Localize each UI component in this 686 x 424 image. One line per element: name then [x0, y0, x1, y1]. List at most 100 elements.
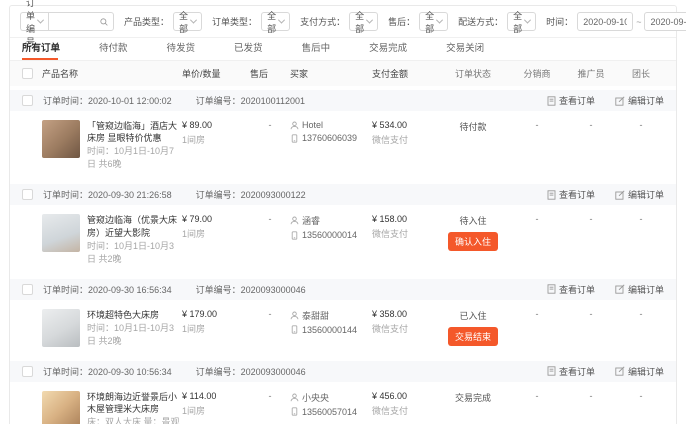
product-title[interactable]: 管窥边临海（优景大床房）近望大影院	[87, 214, 182, 238]
product-title[interactable]: 环境超特色大床房	[87, 309, 182, 321]
edit-order-button[interactable]: 编辑订单	[615, 94, 664, 107]
view-order-button[interactable]: 查看订单	[547, 94, 595, 107]
edit-order-button[interactable]: 编辑订单	[615, 365, 664, 378]
date-start-input[interactable]	[577, 12, 633, 31]
search-input[interactable]	[54, 17, 100, 27]
order-checkbox[interactable]	[22, 95, 33, 106]
promoter-value: -	[564, 212, 618, 224]
order-row: 管窥边临海（优景大床房）近望大影院 时间：10月1日-10月3日 共2晚 ¥ 7…	[10, 205, 676, 274]
order-type-select[interactable]: 全部	[261, 12, 290, 31]
leader-value: -	[618, 118, 664, 130]
unit-price: ¥ 89.00	[182, 120, 250, 130]
tab-shipped[interactable]: 已发货	[234, 40, 263, 60]
order-time-label: 订单时间：	[43, 190, 88, 200]
aftersale-value: 全部	[425, 9, 434, 35]
pay-amount: ¥ 158.00	[372, 214, 436, 224]
order-meta-row: 订单时间：2020-09-30 21:26:58 订单编号：2020093000…	[10, 184, 676, 205]
order-field-select[interactable]: 订单编号	[20, 12, 48, 31]
confirm-checkin-button[interactable]: 确认入住	[448, 232, 498, 251]
chevron-down-icon	[190, 17, 197, 24]
table-header: 产品名称 单价/数量 售后 买家 支付金额 订单状态 分销商 推广员 团长	[10, 61, 676, 86]
filter-bar: 订单编号 产品类型： 全部 订单类型： 全部 支付方式： 全部 售后： 全部 配…	[10, 6, 676, 38]
buyer-name: Hotel	[302, 120, 323, 130]
order-no-label: 订单编号：	[196, 367, 241, 377]
product-image[interactable]	[42, 309, 80, 347]
select-all-checkbox[interactable]	[22, 68, 33, 79]
buyer-phone: 13560000014	[302, 230, 357, 240]
col-product: 产品名称	[42, 67, 182, 80]
end-transaction-button[interactable]: 交易结束	[448, 327, 498, 346]
order-row: 环境朗海边近誉景后小木屋管理米大床房 床：双人大床 量：景观 时间：10月1日-…	[10, 382, 676, 424]
chevron-down-icon	[37, 17, 44, 24]
search-icon[interactable]	[100, 17, 108, 27]
tab-closed[interactable]: 交易关闭	[446, 40, 484, 60]
status-text: 交易完成	[436, 391, 510, 404]
tab-aftersale[interactable]: 售后中	[302, 40, 331, 60]
buyer-name: 泰甜甜	[302, 309, 329, 322]
leader-value: -	[618, 389, 664, 401]
edit-order-button[interactable]: 编辑订单	[615, 188, 664, 201]
tab-all-orders[interactable]: 所有订单	[22, 40, 60, 60]
view-order-label: 查看订单	[559, 365, 595, 378]
date-end-input[interactable]	[644, 12, 686, 31]
delivery-select[interactable]: 全部	[507, 12, 536, 31]
delivery-label: 配送方式：	[458, 15, 503, 28]
tab-completed[interactable]: 交易完成	[369, 40, 407, 60]
document-icon	[547, 190, 556, 200]
tab-pending-payment[interactable]: 待付款	[99, 40, 128, 60]
product-time: 时间：10月1日-10月3日 共2晚	[87, 322, 182, 348]
edit-order-label: 编辑订单	[628, 365, 664, 378]
pay-method: 微信支付	[372, 227, 436, 240]
person-icon	[290, 393, 299, 402]
tab-pending-shipment[interactable]: 待发货	[167, 40, 196, 60]
aftersale-label: 售后：	[388, 15, 415, 28]
product-type-select[interactable]: 全部	[173, 12, 202, 31]
order-time: 2020-09-30 16:56:34	[88, 285, 172, 295]
pay-method-select[interactable]: 全部	[349, 12, 378, 31]
product-title[interactable]: 「管窥边临海」酒店大床房 显眼特价优惠	[87, 120, 182, 144]
buyer-name: 小央央	[302, 391, 329, 404]
unit-price: ¥ 179.00	[182, 309, 250, 319]
order-checkbox[interactable]	[22, 366, 33, 377]
buyer-name: 涵睿	[302, 214, 320, 227]
search-box	[48, 12, 114, 31]
distributor-value: -	[510, 118, 564, 130]
order-type-value: 全部	[267, 9, 276, 35]
aftersale-value: -	[250, 307, 290, 319]
edit-order-button[interactable]: 编辑订单	[615, 283, 664, 296]
product-image[interactable]	[42, 391, 80, 424]
unit-price: ¥ 79.00	[182, 214, 250, 224]
col-buyer: 买家	[290, 67, 372, 80]
aftersale-select[interactable]: 全部	[419, 12, 448, 31]
col-promoter: 推广员	[564, 67, 618, 80]
order-no: 2020100112001	[241, 96, 305, 106]
edit-icon	[615, 366, 625, 376]
phone-icon	[290, 231, 299, 240]
product-title[interactable]: 环境朗海边近誉景后小木屋管理米大床房	[87, 391, 182, 415]
phone-icon	[290, 325, 299, 334]
order-meta-row: 订单时间：2020-09-30 16:56:34 订单编号：2020093000…	[10, 279, 676, 300]
view-order-label: 查看订单	[559, 188, 595, 201]
buyer-phone: 13760606039	[302, 133, 357, 143]
col-pay: 支付金额	[372, 67, 436, 80]
chevron-down-icon	[278, 17, 285, 24]
distributor-value: -	[510, 307, 564, 319]
order-row: 环境超特色大床房 时间：10月1日-10月3日 共2晚 ¥ 179.001间房 …	[10, 300, 676, 357]
status-text: 已入住	[436, 309, 510, 322]
product-image[interactable]	[42, 214, 80, 252]
status-text: 待入住	[436, 214, 510, 227]
order-no-label: 订单编号：	[196, 285, 241, 295]
col-aftersale: 售后	[250, 67, 290, 80]
delivery-value: 全部	[513, 9, 522, 35]
pay-method: 微信支付	[372, 322, 436, 335]
order-checkbox[interactable]	[22, 189, 33, 200]
pay-method: 微信支付	[372, 133, 436, 146]
view-order-button[interactable]: 查看订单	[547, 188, 595, 201]
document-icon	[547, 366, 556, 376]
view-order-button[interactable]: 查看订单	[547, 283, 595, 296]
order-group: 订单时间：2020-10-01 12:00:02 订单编号：2020100112…	[10, 90, 676, 180]
order-checkbox[interactable]	[22, 284, 33, 295]
product-image[interactable]	[42, 120, 80, 158]
chevron-down-icon	[524, 17, 531, 24]
view-order-button[interactable]: 查看订单	[547, 365, 595, 378]
